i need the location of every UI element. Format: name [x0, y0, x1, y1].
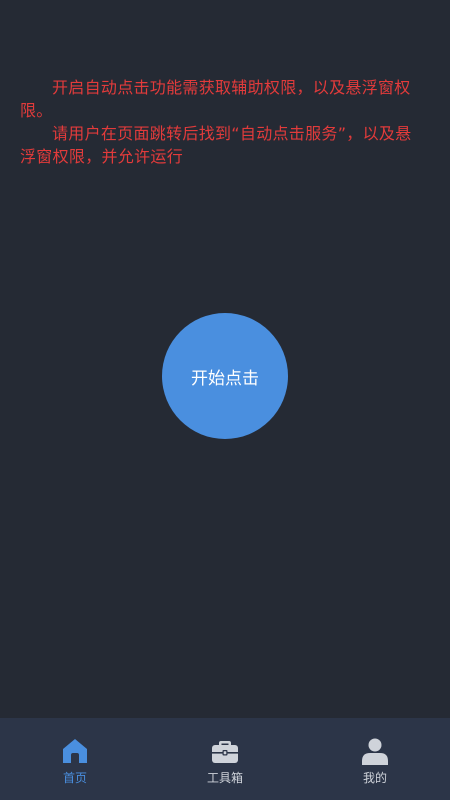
home-screen: 开启自动点击功能需获取辅助权限，以及悬浮窗权限。 请用户在页面跳转后找到“自动点… — [0, 0, 450, 800]
start-click-button-label: 开始点击 — [191, 368, 259, 389]
tab-home-label: 首页 — [62, 771, 87, 785]
tab-toolbox-label: 工具箱 — [206, 771, 243, 785]
user-icon — [362, 738, 388, 765]
tab-mine[interactable]: 我的 — [300, 718, 450, 800]
tab-toolbox[interactable]: 工具箱 — [150, 718, 300, 800]
tab-mine-label: 我的 — [362, 771, 387, 785]
start-click-button[interactable]: 开始点击 — [162, 313, 288, 439]
notice-paragraph-2: 请用户在页面跳转后找到“自动点击服务”，以及悬浮窗权限，并允许运行 — [20, 124, 412, 166]
notice-paragraph-1: 开启自动点击功能需获取辅助权限，以及悬浮窗权限。 — [20, 78, 411, 120]
permission-notice: 开启自动点击功能需获取辅助权限，以及悬浮窗权限。 请用户在页面跳转后找到“自动点… — [20, 76, 420, 168]
tab-home[interactable]: 首页 — [0, 718, 150, 800]
bottom-tab-bar: 首页 工具箱 我的 — [0, 718, 450, 800]
toolbox-icon — [212, 741, 238, 763]
home-icon — [63, 739, 87, 763]
